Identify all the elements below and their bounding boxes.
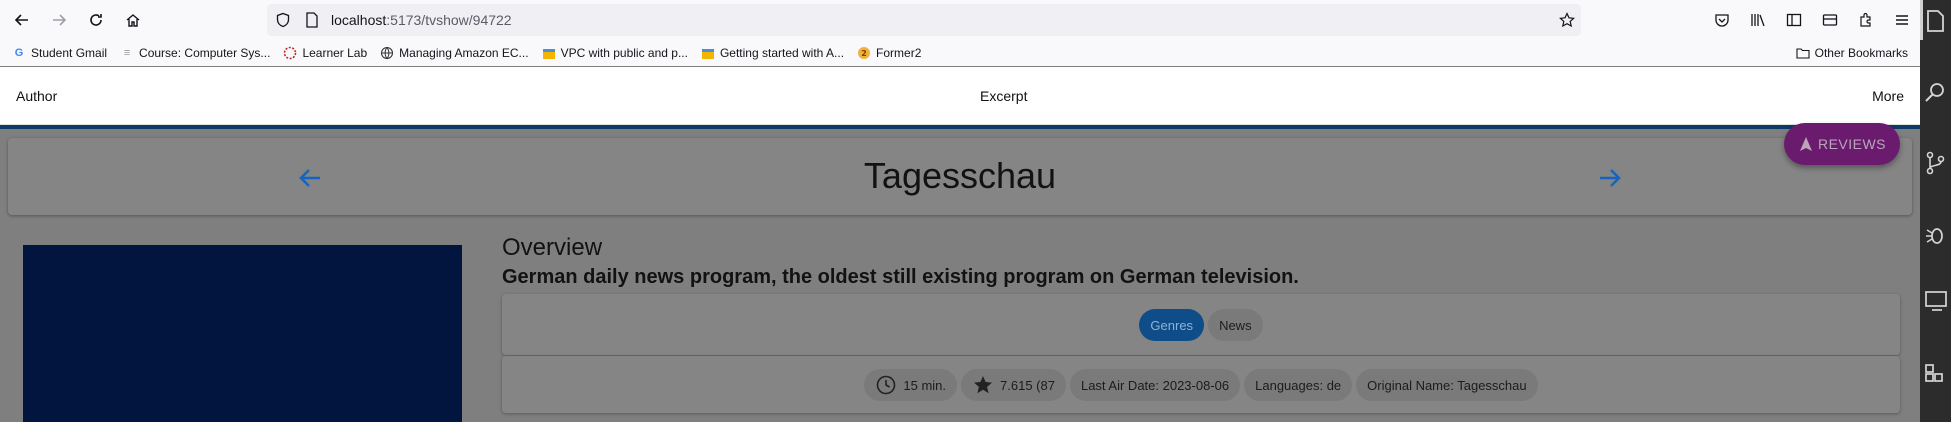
puzzle-icon [1860,12,1871,27]
forward-button[interactable] [44,5,74,35]
back-arrow-icon [14,14,28,26]
genre-chip[interactable]: News [1208,309,1263,341]
meta-chip-row: 15 min. 7.615 (87 Last Air Date: 2023-08… [502,369,1900,401]
other-bookmarks[interactable]: Other Bookmarks [1796,46,1908,60]
overview-heading: Overview [502,234,603,261]
former2-icon: 2 [857,46,871,60]
url-path: :5173/tvshow/94722 [386,12,512,28]
container-icon [1822,14,1838,26]
files-icon [1927,10,1944,32]
search-button[interactable] [1922,78,1951,108]
nav-more[interactable]: More [1872,88,1904,104]
other-bookmarks-label: Other Bookmarks [1814,46,1908,60]
meta-card: 15 min. 7.615 (87 Last Air Date: 2023-08… [502,356,1900,413]
library-button[interactable] [1740,4,1776,36]
menu-button[interactable] [1884,4,1920,36]
languages-chip: Languages: de [1244,369,1353,401]
genres-label-chip: Genres [1139,309,1205,341]
pocket-button[interactable] [1704,4,1740,36]
pocket-icon [1715,14,1729,27]
source-control-button[interactable] [1922,148,1951,178]
url-text[interactable]: localhost:5173/tvshow/94722 [331,12,512,28]
bookmark-course[interactable]: ≡ Course: Computer Sys... [120,46,271,60]
app-header: Author Excerpt More [0,67,1920,125]
editor-activity-bar [1920,0,1951,422]
reviews-button[interactable]: REVIEWS [1784,123,1900,165]
home-icon [126,14,140,27]
browser-toolbar: localhost:5173/tvshow/94722 [0,0,1920,40]
bookmark-managing-amazon[interactable]: Managing Amazon EC... [380,46,529,60]
search-icon [1925,83,1944,102]
monitor-icon [1925,291,1947,311]
forward-arrow-icon [53,14,67,26]
bookmark-label: VPC with public and p... [560,46,688,60]
bookmark-learner-lab[interactable]: Learner Lab [283,46,367,60]
rating-text: 7.615 (87 [1000,377,1055,393]
runtime-chip: 15 min. [864,369,958,401]
remote-explorer-button[interactable] [1922,286,1951,316]
course-icon: ≡ [123,47,131,59]
extensions-icon [1925,364,1943,382]
genres-card: Genres News [502,294,1900,355]
bookmark-label: Student Gmail [31,46,108,60]
rating-chip: 7.615 (87 [961,369,1066,401]
explorer-button[interactable] [1922,6,1951,36]
page-icon[interactable] [305,12,319,28]
extensions-button[interactable] [1848,4,1884,36]
hamburger-icon [1896,15,1908,25]
bookmark-label: Course: Computer Sys... [139,46,271,60]
reload-icon [90,14,102,26]
back-button[interactable] [7,5,37,35]
aws-box-icon [701,46,715,60]
url-bar[interactable]: localhost:5173/tvshow/94722 [267,4,1581,36]
next-show-button[interactable] [1593,161,1627,195]
learner-lab-icon [283,46,297,60]
bookmarks-toolbar: G Student Gmail ≡ Course: Computer Sys..… [0,40,1920,66]
globe-icon [380,46,394,60]
library-icon [1751,14,1765,27]
sidebar-toggle-button[interactable] [1776,4,1812,36]
home-button[interactable] [118,5,148,35]
bookmark-label: Managing Amazon EC... [399,46,529,60]
runtime-text: 15 min. [903,377,947,393]
last-air-date-chip: Last Air Date: 2023-08-06 [1069,369,1241,401]
bookmark-label: Former2 [876,46,922,60]
browser-tools [1704,4,1920,36]
folder-icon [1796,48,1810,59]
google-icon: G [14,47,24,59]
debug-button[interactable] [1922,220,1951,250]
container-button[interactable] [1812,4,1848,36]
navigation-icon [1799,137,1812,151]
show-content: Tagesschau REVIEWS Overview German daily… [0,123,1920,422]
clock-icon [877,375,896,395]
nav-excerpt[interactable]: Excerpt [980,88,1027,104]
title-card: Tagesschau [8,138,1912,215]
source-control-icon [1926,151,1945,175]
bookmark-label: Learner Lab [302,46,368,60]
aws-box-icon [542,46,556,60]
reload-button[interactable] [81,5,111,35]
show-poster [23,245,462,422]
genre-chip-row: Genres News [502,309,1900,341]
sidebar-icon [1786,13,1802,27]
shield-icon[interactable] [275,12,291,28]
reviews-label: REVIEWS [1817,136,1887,152]
bookmark-vpc[interactable]: VPC with public and p... [542,46,688,60]
nav-author[interactable]: Author [16,88,57,104]
extensions-view-button[interactable] [1922,358,1951,388]
bookmark-former2[interactable]: 2 Former2 [857,46,921,60]
bookmark-label: Getting started with A... [719,46,845,60]
star-icon [974,376,993,394]
bug-icon [1926,228,1943,244]
url-host: localhost [331,12,387,28]
bookmark-getting-started[interactable]: Getting started with A... [701,46,844,60]
bookmark-star-icon[interactable] [1559,12,1575,28]
bookmark-student-gmail[interactable]: G Student Gmail [12,46,107,60]
arrow-right-icon [1600,169,1621,187]
svg-text:2: 2 [861,49,867,58]
overview-text: German daily news program, the oldest st… [502,266,1299,288]
original-name-chip: Original Name: Tagesschau [1356,369,1538,401]
